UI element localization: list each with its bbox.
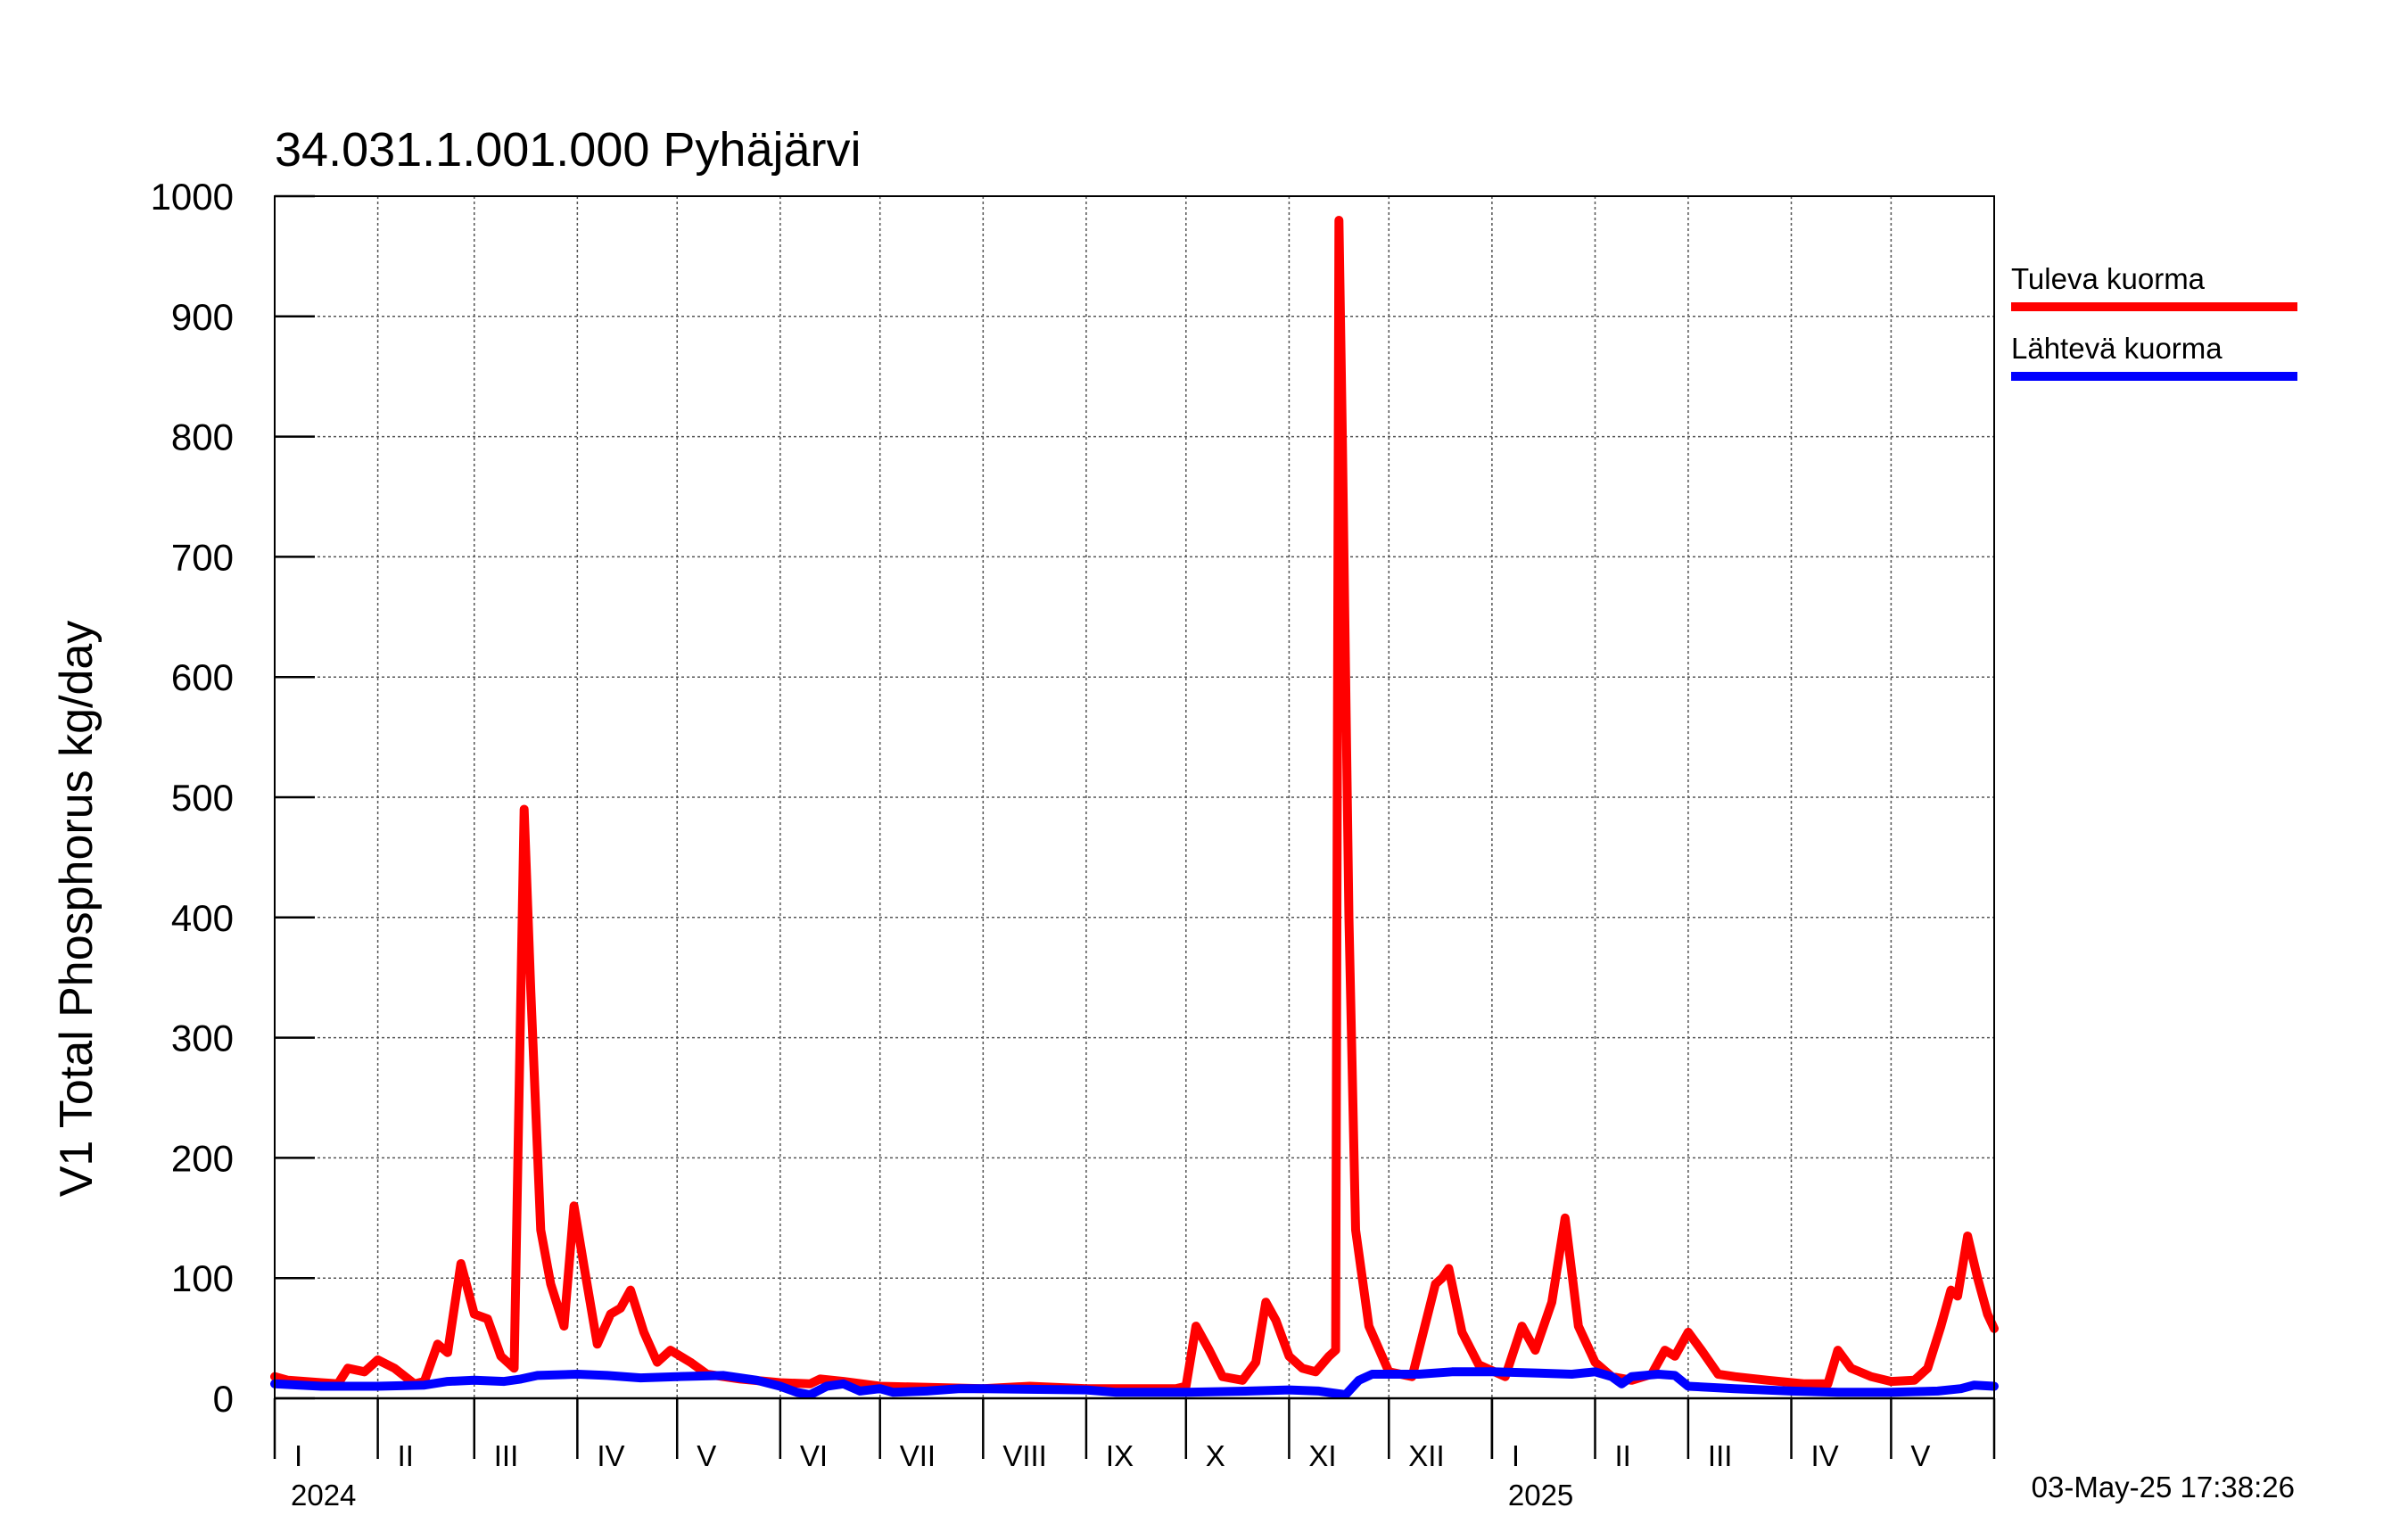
month-label: I bbox=[1512, 1439, 1520, 1472]
y-tick-label: 600 bbox=[171, 656, 234, 698]
legend-label: Tuleva kuorma bbox=[2011, 262, 2206, 295]
month-label: VII bbox=[900, 1439, 936, 1472]
month-label: I bbox=[294, 1439, 302, 1472]
y-tick-label: 500 bbox=[171, 777, 234, 819]
year-label: 2024 bbox=[291, 1479, 356, 1512]
y-tick-label: 1000 bbox=[151, 176, 234, 218]
y-tick-label: 200 bbox=[171, 1137, 234, 1179]
month-label: III bbox=[1708, 1439, 1733, 1472]
month-label: VI bbox=[800, 1439, 828, 1472]
y-tick-label: 400 bbox=[171, 897, 234, 939]
month-label: V bbox=[1910, 1439, 1930, 1472]
month-label: III bbox=[494, 1439, 519, 1472]
chart: 34.031.1.001.000 Pyhäjärvi V1 Total Phos… bbox=[0, 0, 2408, 1516]
y-tick-label: 700 bbox=[171, 536, 234, 578]
month-label: X bbox=[1206, 1439, 1225, 1472]
chart-title: 34.031.1.001.000 Pyhäjärvi bbox=[275, 123, 862, 177]
y-tick-label: 800 bbox=[171, 416, 234, 458]
timestamp: 03-May-25 17:38:26 bbox=[2032, 1471, 2295, 1504]
y-tick-label: 0 bbox=[213, 1378, 234, 1420]
month-label: IV bbox=[1811, 1439, 1839, 1472]
chart-background bbox=[0, 0, 2408, 1516]
month-label: IV bbox=[597, 1439, 624, 1472]
y-axis-label: V1 Total Phosphorus kg/day bbox=[51, 621, 103, 1198]
y-tick-label: 900 bbox=[171, 296, 234, 338]
month-label: II bbox=[398, 1439, 414, 1472]
month-label: V bbox=[697, 1439, 716, 1472]
legend-label: Lähtevä kuorma bbox=[2011, 332, 2222, 365]
month-label: II bbox=[1614, 1439, 1630, 1472]
month-label: XII bbox=[1408, 1439, 1444, 1472]
y-tick-label: 100 bbox=[171, 1257, 234, 1299]
month-label: XI bbox=[1308, 1439, 1336, 1472]
y-tick-label: 300 bbox=[171, 1018, 234, 1059]
month-label: IX bbox=[1106, 1439, 1134, 1472]
year-label: 2025 bbox=[1508, 1479, 1573, 1512]
month-label: VIII bbox=[1002, 1439, 1047, 1472]
